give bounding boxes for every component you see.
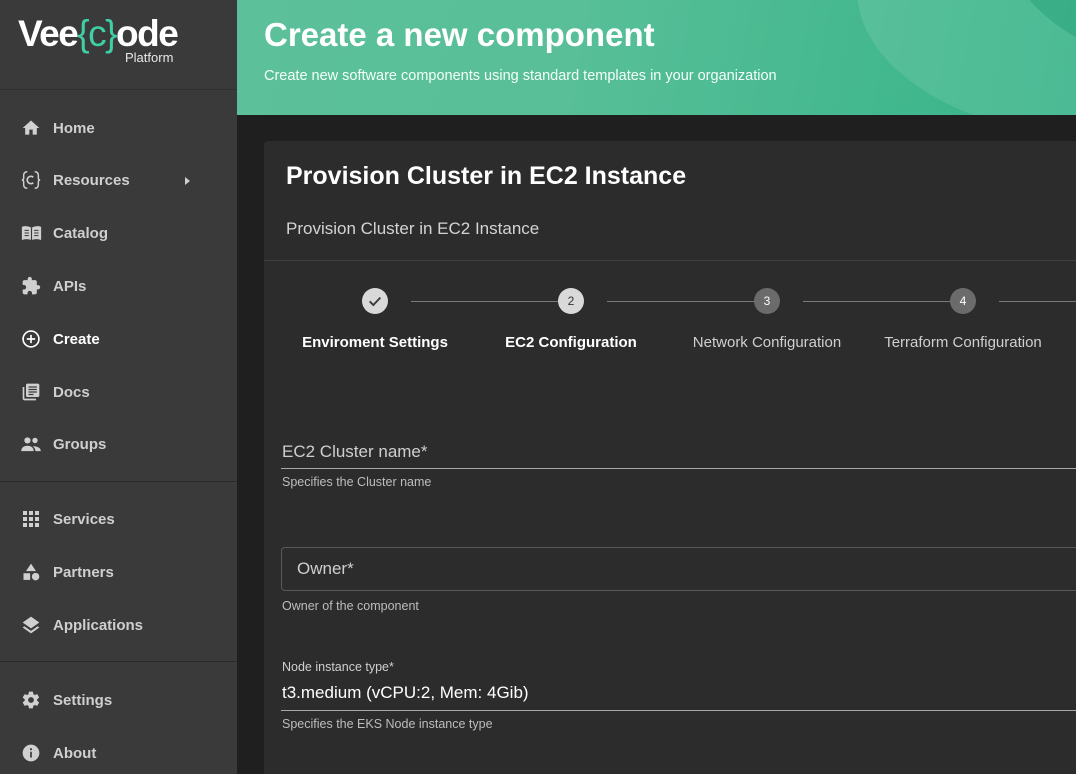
sidebar-divider [0,661,237,662]
docs-icon [20,381,42,403]
chevron-right-icon [183,174,193,192]
page-subtitle: Create new software components using sta… [264,68,777,84]
sidebar-item-label: Groups [53,435,107,453]
sidebar-item-catalog[interactable]: Catalog [0,213,237,253]
header-decoration [857,0,1076,115]
owner-field[interactable]: Owner* [281,547,1076,591]
step-number: 2 [558,288,584,314]
cluster-name-field[interactable]: EC2 Cluster name* [282,442,428,462]
sidebar-item-label: Create [53,330,100,348]
step-label: Terraform Configuration [884,334,1042,351]
sidebar-item-groups[interactable]: Groups [0,424,237,464]
sidebar-item-resources[interactable]: Resources [0,160,237,200]
sidebar-item-label: Home [53,119,95,137]
step-network-configuration[interactable]: 3 Network Configuration [643,288,841,358]
shapes-icon [20,561,42,583]
sidebar-item-label: APIs [53,277,87,295]
sidebar-item-home[interactable]: Home [0,108,237,148]
resources-icon [20,169,42,191]
sidebar-item-label: Catalog [53,224,109,242]
sidebar-item-label: About [53,744,97,762]
cluster-name-underline [281,468,1076,469]
sidebar-item-services[interactable]: Services [0,499,237,539]
step-number: 3 [754,288,780,314]
groups-icon [20,433,42,455]
card-divider [264,260,1076,261]
sidebar: Vee{c}ode Platform Home Resources Catalo… [0,0,237,774]
node-type-select[interactable]: t3.medium (vCPU:2, Mem: 4Gib) [282,683,529,703]
sidebar-divider [0,481,237,482]
grid-icon [20,508,42,530]
sidebar-item-partners[interactable]: Partners [0,552,237,592]
node-type-helper: Specifies the EKS Node instance type [282,717,493,731]
sidebar-item-settings[interactable]: Settings [0,680,237,720]
plus-circle-icon [20,328,42,350]
card-subtitle: Provision Cluster in EC2 Instance [286,219,540,238]
step-terraform-configuration[interactable]: 4 Terraform Configuration [839,288,1042,358]
step-number: 4 [950,288,976,314]
sidebar-item-label: Docs [53,383,90,401]
sidebar-item-label: Applications [53,616,144,634]
info-icon [20,742,42,764]
owner-helper: Owner of the component [282,599,419,613]
puzzle-icon [20,275,42,297]
sidebar-item-label: Partners [53,563,114,581]
sidebar-item-applications[interactable]: Applications [0,605,237,645]
layers-icon [20,614,42,636]
owner-field-label: Owner* [297,559,354,578]
sidebar-item-docs[interactable]: Docs [0,372,237,412]
sidebar-item-create[interactable]: Create [0,319,237,359]
node-type-label: Node instance type* [282,660,394,674]
step-ec2-configuration[interactable]: 2 EC2 Configuration [447,288,643,358]
sidebar-item-label: Resources [53,171,130,189]
page-title: Create a new component [264,16,655,53]
catalog-icon [20,222,42,244]
template-form-card: Provision Cluster in EC2 Instance Provis… [264,141,1076,774]
node-type-underline [281,710,1076,711]
app-root: Vee{c}ode Platform Home Resources Catalo… [0,0,1076,774]
page-header: Create a new component Create new softwa… [237,0,1076,115]
logo[interactable]: Vee{c}ode Platform [0,0,237,90]
sidebar-item-label: Settings [53,691,113,709]
check-icon [362,288,388,314]
home-icon [20,117,42,139]
logo-subtitle: Platform [125,50,174,65]
step-enviroment-settings[interactable]: Enviroment Settings [251,288,448,358]
sidebar-item-label: Services [53,510,115,528]
cluster-name-helper: Specifies the Cluster name [282,475,432,489]
logo-wordmark: Vee{c}ode [18,13,179,54]
gear-icon [20,689,42,711]
sidebar-item-apis[interactable]: APIs [0,266,237,306]
card-title: Provision Cluster in EC2 Instance [286,162,687,190]
sidebar-item-about[interactable]: About [0,733,237,773]
